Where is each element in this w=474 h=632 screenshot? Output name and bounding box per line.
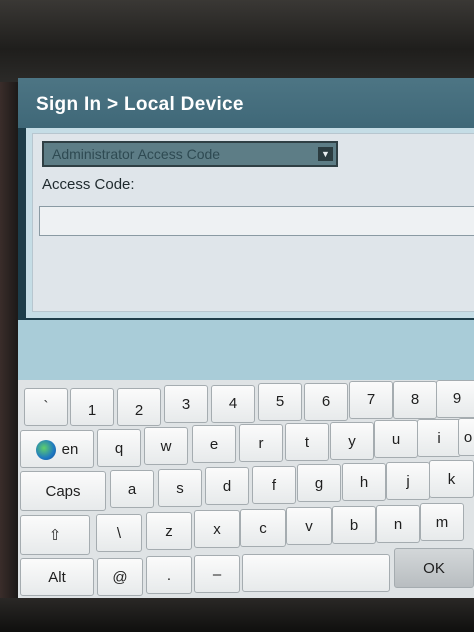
key-m[interactable]: m — [420, 503, 464, 541]
key-x[interactable]: x — [194, 510, 240, 548]
sign-in-method-value: Administrator Access Code — [52, 146, 221, 162]
key-b[interactable]: b — [332, 506, 376, 544]
key-1[interactable]: 1 — [70, 388, 114, 426]
key-q[interactable]: q — [97, 429, 141, 467]
key-9[interactable]: 9 — [436, 380, 474, 418]
key-backslash[interactable]: \ — [96, 514, 142, 552]
key-dash[interactable]: – — [194, 555, 240, 593]
access-code-label: Access Code: — [42, 176, 135, 193]
key-j[interactable]: j — [386, 462, 430, 500]
key-k[interactable]: k — [429, 460, 474, 498]
onscreen-keyboard: ` 1 2 3 4 5 6 7 8 9 en q w e r t y u i o… — [18, 380, 474, 598]
access-code-input[interactable] — [39, 206, 474, 236]
space-key[interactable] — [242, 554, 390, 592]
key-w[interactable]: w — [144, 427, 188, 465]
shift-arrow-icon: ⇧ — [48, 527, 62, 544]
key-at[interactable]: @ — [97, 558, 143, 596]
key-h[interactable]: h — [342, 463, 386, 501]
key-v[interactable]: v — [286, 507, 332, 545]
key-t[interactable]: t — [285, 423, 329, 461]
key-backtick[interactable]: ` — [24, 388, 68, 426]
key-g[interactable]: g — [297, 464, 341, 502]
sign-in-method-select[interactable]: Administrator Access Code ▼ — [42, 141, 338, 167]
key-y[interactable]: y — [330, 422, 374, 460]
key-z[interactable]: z — [146, 512, 192, 550]
key-6[interactable]: 6 — [304, 383, 348, 421]
key-3[interactable]: 3 — [164, 385, 208, 423]
device-bezel-bottom — [0, 598, 474, 632]
key-u[interactable]: u — [374, 420, 418, 458]
key-7[interactable]: 7 — [349, 381, 393, 419]
key-o[interactable]: o — [458, 418, 474, 456]
title-bar: Sign In > Local Device — [18, 78, 474, 128]
chevron-down-icon: ▼ — [318, 147, 333, 161]
key-4[interactable]: 4 — [211, 385, 255, 423]
key-r[interactable]: r — [239, 424, 283, 462]
device-bezel-top — [0, 0, 474, 82]
caps-key[interactable]: Caps — [20, 471, 106, 511]
key-s[interactable]: s — [158, 469, 202, 507]
language-key[interactable]: en — [20, 430, 94, 468]
shift-key[interactable]: ⇧ — [20, 515, 90, 555]
key-f[interactable]: f — [252, 466, 296, 504]
touch-screen: Sign In > Local Device Administrator Acc… — [18, 78, 474, 598]
ok-button[interactable]: OK — [394, 548, 474, 588]
key-n[interactable]: n — [376, 505, 420, 543]
key-c[interactable]: c — [240, 509, 286, 547]
key-2[interactable]: 2 — [117, 388, 161, 426]
key-e[interactable]: e — [192, 425, 236, 463]
page-title: Sign In > Local Device — [36, 94, 244, 115]
alt-key[interactable]: Alt — [20, 558, 94, 596]
key-period[interactable]: . — [146, 556, 192, 594]
key-8[interactable]: 8 — [393, 381, 437, 419]
globe-icon — [35, 440, 56, 461]
screen-spacer — [18, 320, 474, 382]
key-5[interactable]: 5 — [258, 383, 302, 421]
key-i[interactable]: i — [417, 419, 461, 457]
key-a[interactable]: a — [110, 470, 154, 508]
device-bezel-left — [0, 82, 18, 598]
key-d[interactable]: d — [205, 467, 249, 505]
